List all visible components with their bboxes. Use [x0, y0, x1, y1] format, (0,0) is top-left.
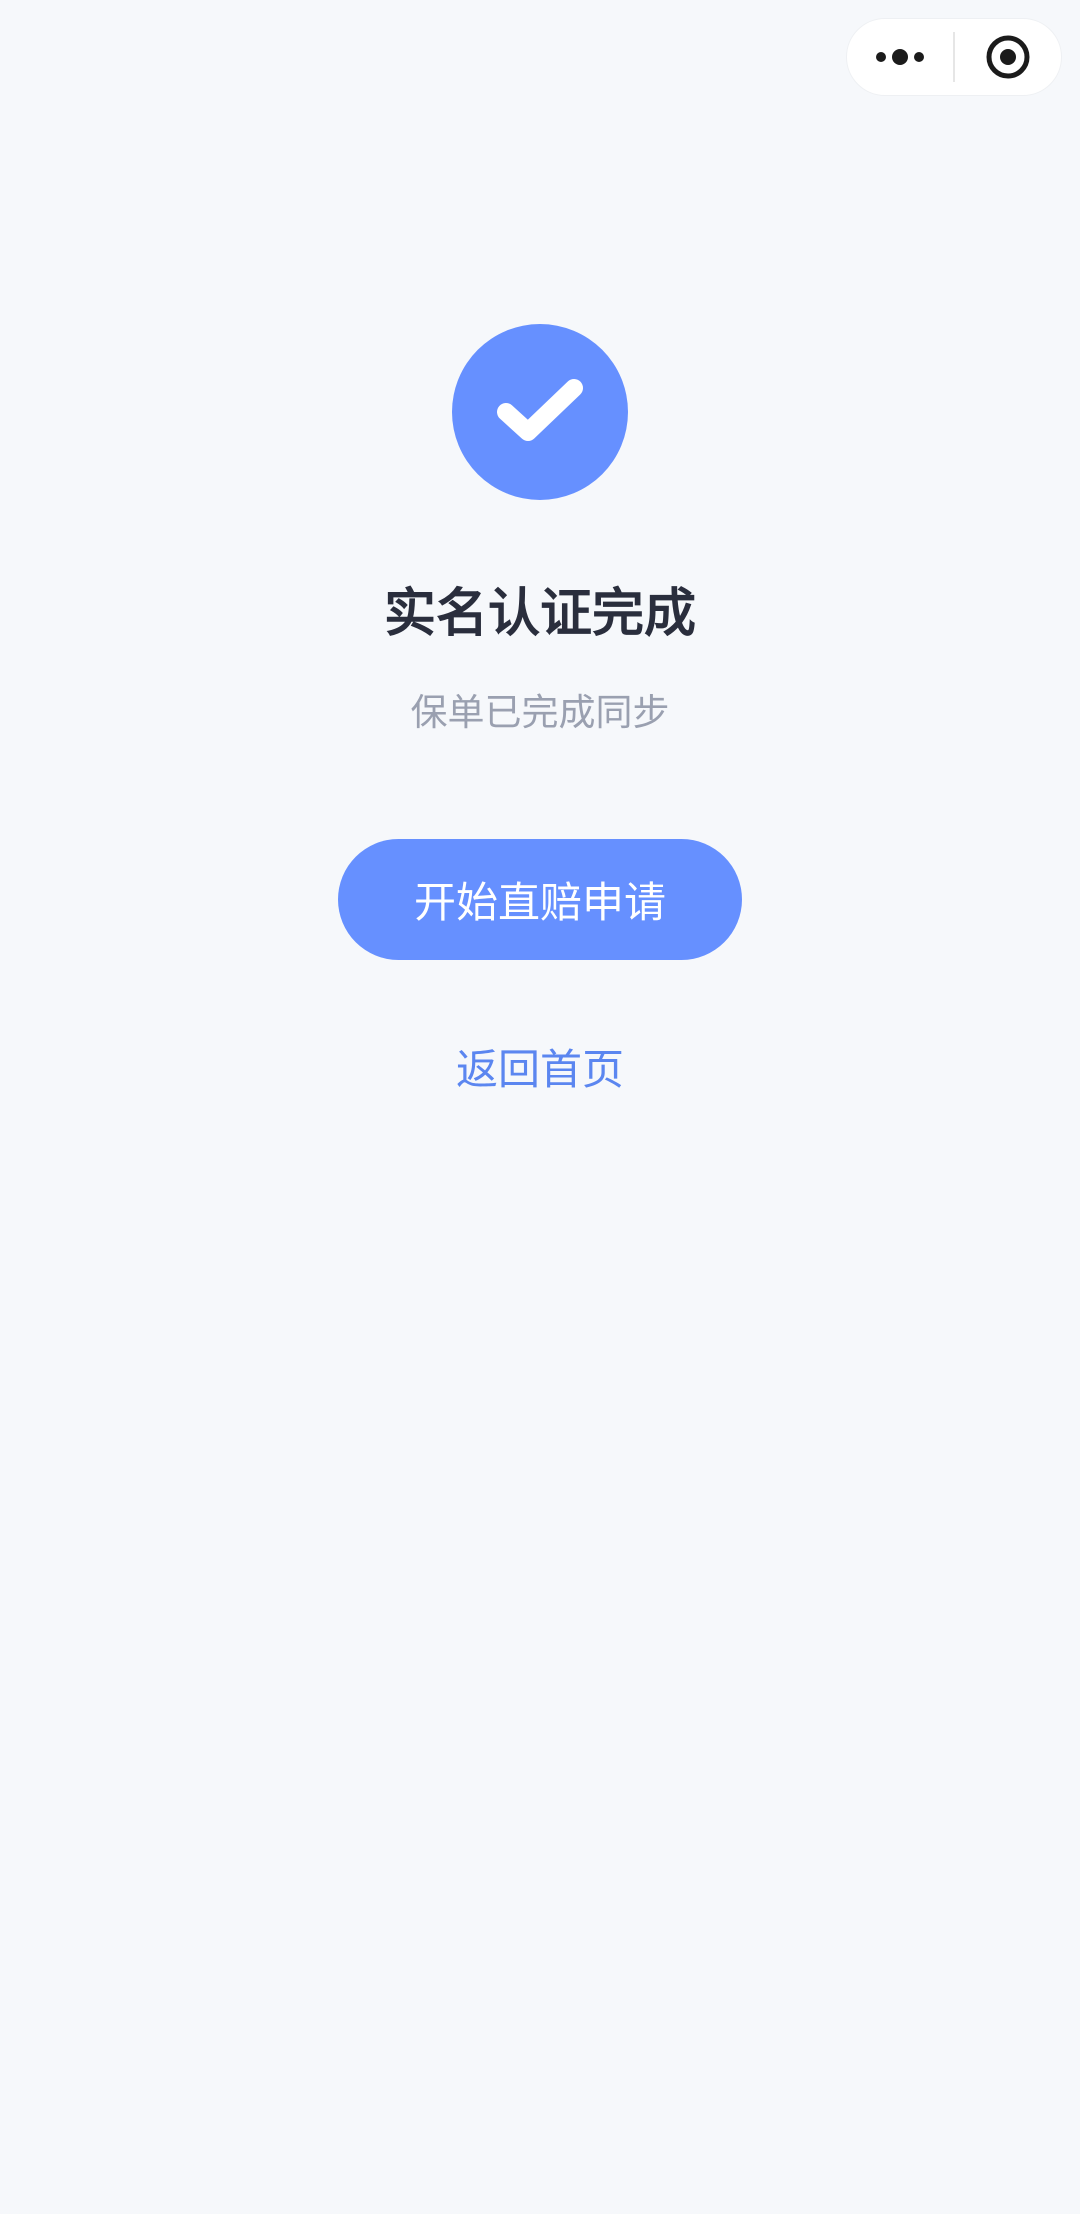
page-title: 实名认证完成: [383, 584, 696, 644]
close-button[interactable]: [955, 19, 1061, 95]
miniprogram-capsule: [846, 18, 1062, 96]
start-claim-button[interactable]: 开始直赔申请: [338, 839, 742, 960]
more-dots-icon: [876, 49, 924, 65]
return-home-link[interactable]: 返回首页: [0, 1040, 1080, 1100]
page-subtitle: 保单已完成同步: [410, 691, 670, 734]
more-button[interactable]: [847, 19, 953, 95]
target-circle-icon: [986, 35, 1030, 79]
check-icon: [497, 379, 583, 441]
check-circle-icon: [452, 324, 628, 500]
